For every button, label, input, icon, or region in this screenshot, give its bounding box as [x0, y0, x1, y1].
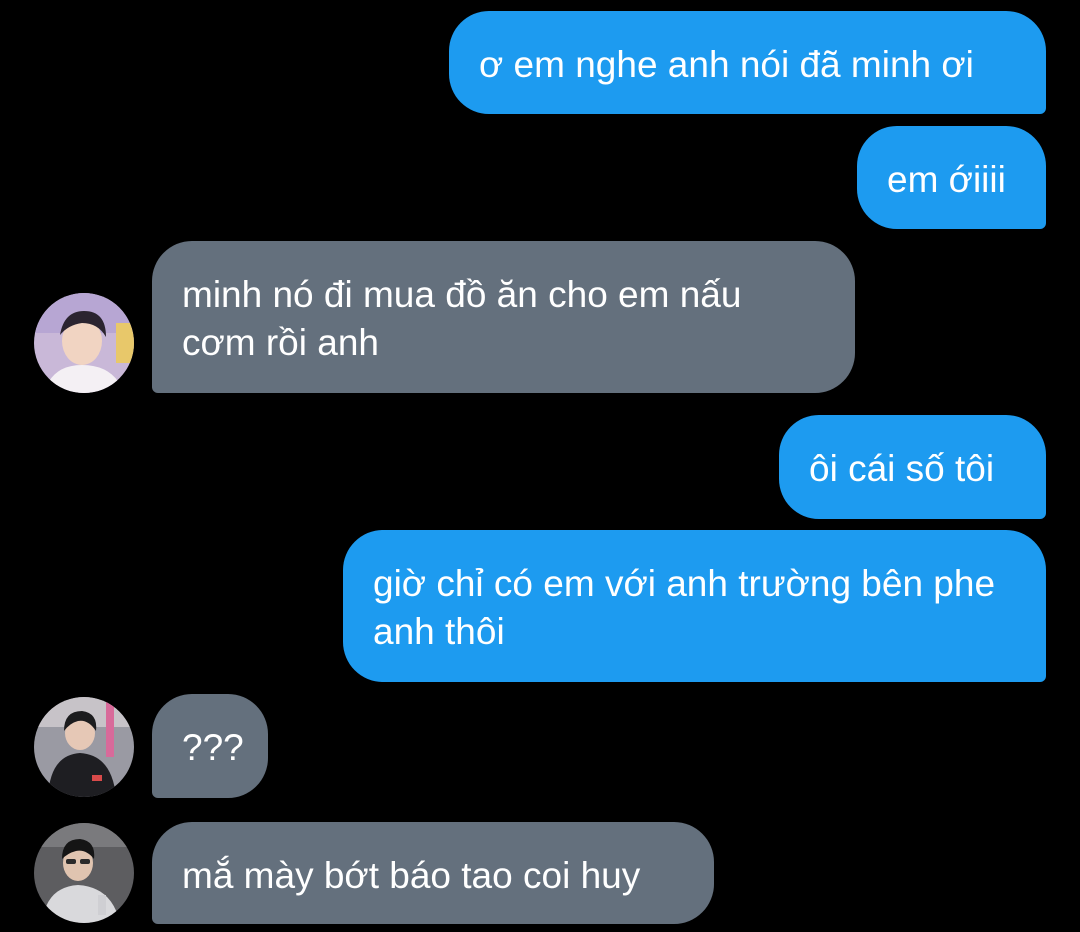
avatar[interactable] [34, 823, 134, 923]
message-text: minh nó đi mua đồ ăn cho em nấu cơm rồi … [182, 274, 742, 363]
message-text: giờ chỉ có em với anh trường bên phe anh… [373, 563, 996, 652]
message-text: em ớiiii [887, 159, 1006, 200]
avatar[interactable] [34, 293, 134, 393]
avatar-photo-3 [34, 823, 134, 923]
outgoing-message-bubble[interactable]: ôi cái số tôi [779, 415, 1046, 519]
outgoing-message-bubble[interactable]: giờ chỉ có em với anh trường bên phe anh… [343, 530, 1046, 682]
outgoing-message-bubble[interactable]: ơ em nghe anh nói đã minh ơi [449, 11, 1046, 114]
outgoing-message-bubble[interactable]: em ớiiii [857, 126, 1046, 229]
message-text: ơ em nghe anh nói đã minh ơi [479, 44, 974, 85]
chat-thread: ơ em nghe anh nói đã minh ơi em ớiiii mi… [0, 0, 1080, 932]
incoming-message-bubble[interactable]: mắ mày bớt báo tao coi huy [152, 822, 714, 924]
avatar[interactable] [34, 697, 134, 797]
message-text: ôi cái số tôi [809, 448, 995, 489]
message-text: ??? [182, 727, 244, 768]
incoming-message-bubble[interactable]: ??? [152, 694, 268, 798]
incoming-message-bubble[interactable]: minh nó đi mua đồ ăn cho em nấu cơm rồi … [152, 241, 855, 393]
message-text: mắ mày bớt báo tao coi huy [182, 855, 641, 896]
avatar-photo-2 [34, 697, 134, 797]
avatar-photo-1 [34, 293, 134, 393]
